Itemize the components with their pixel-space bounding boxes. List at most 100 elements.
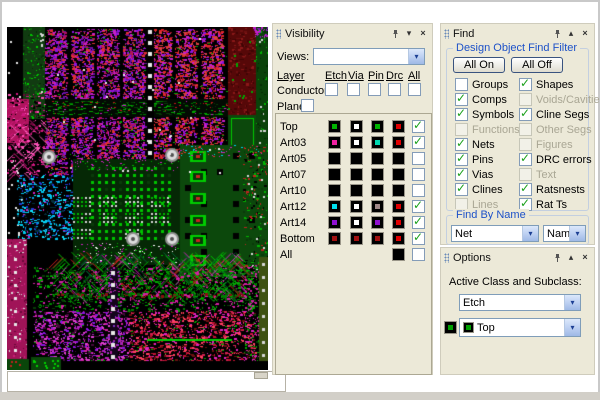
close-icon[interactable]: × — [417, 28, 429, 40]
conductors-checkbox-via[interactable] — [347, 83, 360, 96]
grip-icon[interactable] — [444, 29, 449, 39]
layer-row: Art03 — [276, 135, 431, 151]
layer-swatch-drc[interactable] — [392, 168, 405, 181]
layer-swatch-drc[interactable] — [392, 136, 405, 149]
dropdown-arrow-icon[interactable]: ▾ — [522, 226, 538, 241]
options-panel-titlebar[interactable]: Options ▴ × — [441, 248, 594, 265]
close-icon[interactable]: × — [579, 252, 591, 264]
dropdown-arrow-icon[interactable]: ▾ — [564, 295, 580, 310]
find-checkbox-drc-errors[interactable] — [519, 153, 532, 166]
command-strip[interactable] — [7, 371, 286, 392]
layer-swatch-drc[interactable] — [392, 184, 405, 197]
layer-swatch-drc[interactable] — [392, 216, 405, 229]
layer-swatch-pin[interactable] — [371, 168, 384, 181]
layer-swatch-via[interactable] — [350, 152, 363, 165]
find-filter-item: Shapes — [519, 77, 600, 92]
layer-swatch-etch[interactable] — [328, 200, 341, 213]
layer-visible-checkbox[interactable] — [412, 232, 425, 245]
layer-swatch-etch[interactable] — [328, 120, 341, 133]
find-checkbox-ratsnests[interactable] — [519, 183, 532, 196]
layer-visible-checkbox[interactable] — [412, 184, 425, 197]
active-subclass-dropdown[interactable]: Top ▾ — [459, 318, 581, 337]
layer-swatch-etch[interactable] — [328, 152, 341, 165]
find-checkbox-comps[interactable] — [455, 93, 468, 106]
layer-swatch-etch[interactable] — [328, 136, 341, 149]
subclass-color-swatch[interactable] — [444, 321, 457, 334]
find-by-name-mode-dropdown[interactable]: Name ▾ — [543, 225, 586, 242]
layer-swatch-pin[interactable] — [371, 184, 384, 197]
layer-swatch-etch[interactable] — [328, 184, 341, 197]
active-class-dropdown[interactable]: Etch ▾ — [459, 294, 581, 311]
conductors-checkbox-all[interactable] — [408, 83, 421, 96]
find-checkbox-clines[interactable] — [455, 183, 468, 196]
find-checkbox-shapes[interactable] — [519, 78, 532, 91]
layer-swatch-pin[interactable] — [371, 216, 384, 229]
column-header-via[interactable]: Via — [348, 70, 364, 82]
collapse-icon[interactable]: ▴ — [565, 252, 577, 264]
collapse-icon[interactable]: ▴ — [565, 28, 577, 40]
dropdown-arrow-icon[interactable]: ▾ — [408, 49, 424, 64]
layer-swatch-drc[interactable] — [392, 152, 405, 165]
views-dropdown[interactable]: ▾ — [313, 48, 425, 65]
conductors-checkbox-etch[interactable] — [325, 83, 338, 96]
layer-visible-checkbox[interactable] — [412, 248, 425, 261]
layer-visible-checkbox[interactable] — [412, 216, 425, 229]
conductors-checkbox-drc[interactable] — [388, 83, 401, 96]
layer-swatch-pin[interactable] — [371, 232, 384, 245]
layer-swatch-via[interactable] — [350, 168, 363, 181]
column-header-etch[interactable]: Etch — [325, 70, 347, 82]
find-panel-titlebar[interactable]: Find ▴ × — [441, 24, 594, 41]
find-checkbox-nets[interactable] — [455, 138, 468, 151]
layer-swatch-pin[interactable] — [371, 136, 384, 149]
layer-swatch-etch[interactable] — [328, 168, 341, 181]
column-header-all[interactable]: All — [408, 70, 420, 82]
all-on-button[interactable]: All On — [453, 57, 505, 73]
find-checkbox-groups[interactable] — [455, 78, 468, 91]
conductors-checkbox-pin[interactable] — [368, 83, 381, 96]
layer-visible-checkbox[interactable] — [412, 120, 425, 133]
scrollbar-handle[interactable] — [254, 372, 268, 379]
column-header-drc[interactable]: Drc — [386, 70, 403, 82]
find-checkbox-cline-segs[interactable] — [519, 108, 532, 121]
layer-swatch-etch[interactable] — [328, 216, 341, 229]
find-by-name-type-dropdown[interactable]: Net ▾ — [451, 225, 539, 242]
layer-swatch-drc[interactable] — [392, 200, 405, 213]
pin-icon[interactable] — [389, 28, 401, 40]
pcb-design-canvas[interactable] — [7, 27, 268, 370]
layer-swatch-via[interactable] — [350, 216, 363, 229]
layer-swatch-pin[interactable] — [371, 200, 384, 213]
layer-swatch-drc[interactable] — [392, 232, 405, 245]
layer-visible-checkbox[interactable] — [412, 200, 425, 213]
layer-swatch-via[interactable] — [350, 120, 363, 133]
layer-name: Top — [280, 121, 298, 133]
pin-icon[interactable] — [551, 28, 563, 40]
collapse-icon[interactable]: ▾ — [403, 28, 415, 40]
find-checkbox-symbols[interactable] — [455, 108, 468, 121]
all-off-button[interactable]: All Off — [511, 57, 563, 73]
find-filter-item: Voids/Cavities — [519, 92, 600, 107]
column-header-pin[interactable]: Pin — [368, 70, 384, 82]
layer-swatch-etch[interactable] — [328, 232, 341, 245]
planes-checkbox[interactable] — [301, 99, 314, 112]
find-label-pins: Pins — [472, 154, 493, 166]
layer-swatch-via[interactable] — [350, 232, 363, 245]
layer-swatch-pin[interactable] — [371, 120, 384, 133]
find-checkbox-pins[interactable] — [455, 153, 468, 166]
layer-swatch-via[interactable] — [350, 136, 363, 149]
layer-visible-checkbox[interactable] — [412, 136, 425, 149]
layer-swatch-drc[interactable] — [392, 120, 405, 133]
dropdown-arrow-icon[interactable]: ▾ — [569, 226, 585, 241]
pin-icon[interactable] — [551, 252, 563, 264]
layer-visible-checkbox[interactable] — [412, 168, 425, 181]
layer-swatch-via[interactable] — [350, 184, 363, 197]
close-icon[interactable]: × — [579, 28, 591, 40]
find-checkbox-vias[interactable] — [455, 168, 468, 181]
layer-swatch-drc[interactable] — [392, 248, 405, 261]
layer-swatch-pin[interactable] — [371, 152, 384, 165]
layer-swatch-via[interactable] — [350, 200, 363, 213]
grip-icon[interactable] — [276, 29, 281, 39]
layer-visible-checkbox[interactable] — [412, 152, 425, 165]
visibility-panel-titlebar[interactable]: Visibility ▾ × — [273, 24, 432, 41]
grip-icon[interactable] — [444, 253, 449, 263]
dropdown-arrow-icon[interactable]: ▾ — [564, 319, 580, 336]
